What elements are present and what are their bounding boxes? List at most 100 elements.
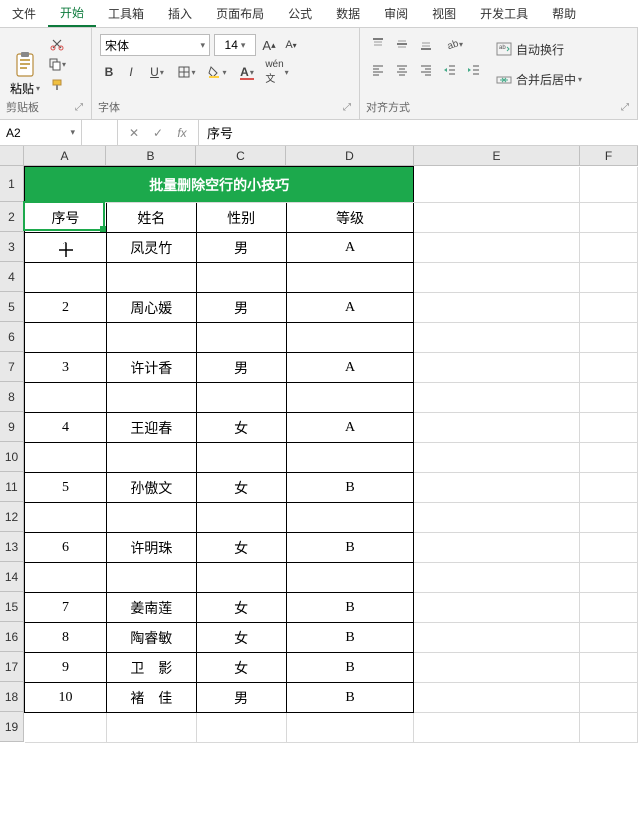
cancel-formula-icon[interactable]: ✕ [122, 126, 146, 140]
data-cell[interactable]: B [286, 473, 414, 503]
data-cell[interactable] [196, 503, 286, 533]
formula-input[interactable]: 序号 [199, 120, 638, 145]
cell[interactable] [580, 563, 638, 593]
cell[interactable] [25, 713, 107, 743]
align-bottom-button[interactable] [416, 34, 436, 54]
data-cell[interactable]: A [286, 353, 414, 383]
cell[interactable] [414, 323, 580, 353]
data-cell[interactable]: 男 [196, 233, 286, 263]
cell[interactable] [414, 293, 580, 323]
underline-button[interactable]: U▾ [144, 62, 170, 82]
data-cell[interactable] [106, 503, 196, 533]
data-cell[interactable] [106, 563, 196, 593]
cell[interactable] [414, 353, 580, 383]
cell[interactable] [580, 623, 638, 653]
data-cell[interactable]: 男 [196, 353, 286, 383]
cell[interactable] [580, 683, 638, 713]
data-cell[interactable]: 王迎春 [106, 413, 196, 443]
row-header-3[interactable]: 3 [0, 232, 24, 262]
font-name-select[interactable]: 宋体▾ [100, 34, 210, 56]
cell[interactable] [580, 443, 638, 473]
cell[interactable] [580, 263, 638, 293]
data-cell[interactable]: B [286, 623, 414, 653]
cell[interactable] [414, 383, 580, 413]
data-cell[interactable]: 女 [196, 413, 286, 443]
cell[interactable] [580, 593, 638, 623]
row-header-19[interactable]: 19 [0, 712, 24, 742]
paste-button[interactable]: 粘贴▾ [6, 32, 44, 97]
cell[interactable] [414, 413, 580, 443]
data-cell[interactable]: 女 [196, 653, 286, 683]
row-header-14[interactable]: 14 [0, 562, 24, 592]
col-header-F[interactable]: F [580, 146, 638, 166]
data-cell[interactable]: 1 [25, 233, 107, 263]
data-cell[interactable]: A [286, 413, 414, 443]
cell[interactable] [580, 473, 638, 503]
cell[interactable] [580, 353, 638, 383]
data-cell[interactable]: B [286, 683, 414, 713]
align-launcher-icon[interactable]: ⤢ [619, 102, 631, 113]
row-header-13[interactable]: 13 [0, 532, 24, 562]
row-header-17[interactable]: 17 [0, 652, 24, 682]
format-painter-button[interactable] [46, 75, 68, 95]
cell[interactable] [414, 473, 580, 503]
cell[interactable] [580, 653, 638, 683]
cell[interactable] [414, 533, 580, 563]
row-header-11[interactable]: 11 [0, 472, 24, 502]
data-cell[interactable] [25, 443, 107, 473]
data-cell[interactable]: 姜南莲 [106, 593, 196, 623]
data-cell[interactable] [286, 323, 414, 353]
data-cell[interactable] [25, 503, 107, 533]
menu-item-9[interactable]: 开发工具 [468, 0, 540, 27]
row-header-16[interactable]: 16 [0, 622, 24, 652]
title-cell[interactable]: 批量删除空行的小技巧 [25, 167, 414, 203]
data-cell[interactable] [106, 323, 196, 353]
phonetic-button[interactable]: wén文▾ [264, 62, 290, 82]
row-header-1[interactable]: 1 [0, 166, 24, 202]
align-middle-button[interactable] [392, 34, 412, 54]
data-cell[interactable]: A [286, 293, 414, 323]
data-cell[interactable] [196, 443, 286, 473]
data-cell[interactable] [196, 563, 286, 593]
increase-font-icon[interactable]: A▴ [260, 35, 278, 55]
data-cell[interactable]: 4 [25, 413, 107, 443]
cell[interactable] [414, 683, 580, 713]
cell[interactable] [106, 713, 196, 743]
header-cell[interactable]: 等级 [286, 203, 414, 233]
align-right-button[interactable] [416, 60, 436, 80]
data-cell[interactable] [25, 263, 107, 293]
data-cell[interactable]: 周心媛 [106, 293, 196, 323]
name-box[interactable]: A2▾ [0, 120, 82, 145]
header-cell[interactable]: 序号 [25, 203, 107, 233]
data-cell[interactable]: 许明珠 [106, 533, 196, 563]
fx-icon[interactable]: fx [170, 126, 194, 140]
cell[interactable] [580, 293, 638, 323]
data-cell[interactable]: 许计香 [106, 353, 196, 383]
data-cell[interactable]: 8 [25, 623, 107, 653]
cell[interactable] [414, 653, 580, 683]
cell[interactable] [580, 233, 638, 263]
decrease-indent-button[interactable] [440, 60, 460, 80]
align-center-button[interactable] [392, 60, 412, 80]
row-header-6[interactable]: 6 [0, 322, 24, 352]
data-cell[interactable] [106, 383, 196, 413]
data-cell[interactable] [106, 263, 196, 293]
data-cell[interactable] [286, 263, 414, 293]
data-cell[interactable] [25, 563, 107, 593]
data-cell[interactable]: 陶睿敏 [106, 623, 196, 653]
data-cell[interactable]: 6 [25, 533, 107, 563]
row-header-18[interactable]: 18 [0, 682, 24, 712]
col-header-A[interactable]: A [24, 146, 106, 166]
header-cell[interactable]: 姓名 [106, 203, 196, 233]
data-cell[interactable]: B [286, 593, 414, 623]
bold-button[interactable]: B [100, 62, 118, 82]
cell[interactable] [414, 233, 580, 263]
cut-button[interactable] [46, 34, 68, 54]
data-cell[interactable]: 男 [196, 683, 286, 713]
menu-item-5[interactable]: 公式 [276, 0, 324, 27]
data-cell[interactable]: 10 [25, 683, 107, 713]
row-header-10[interactable]: 10 [0, 442, 24, 472]
data-cell[interactable] [196, 383, 286, 413]
menu-item-2[interactable]: 工具箱 [96, 0, 156, 27]
data-cell[interactable]: 男 [196, 293, 286, 323]
